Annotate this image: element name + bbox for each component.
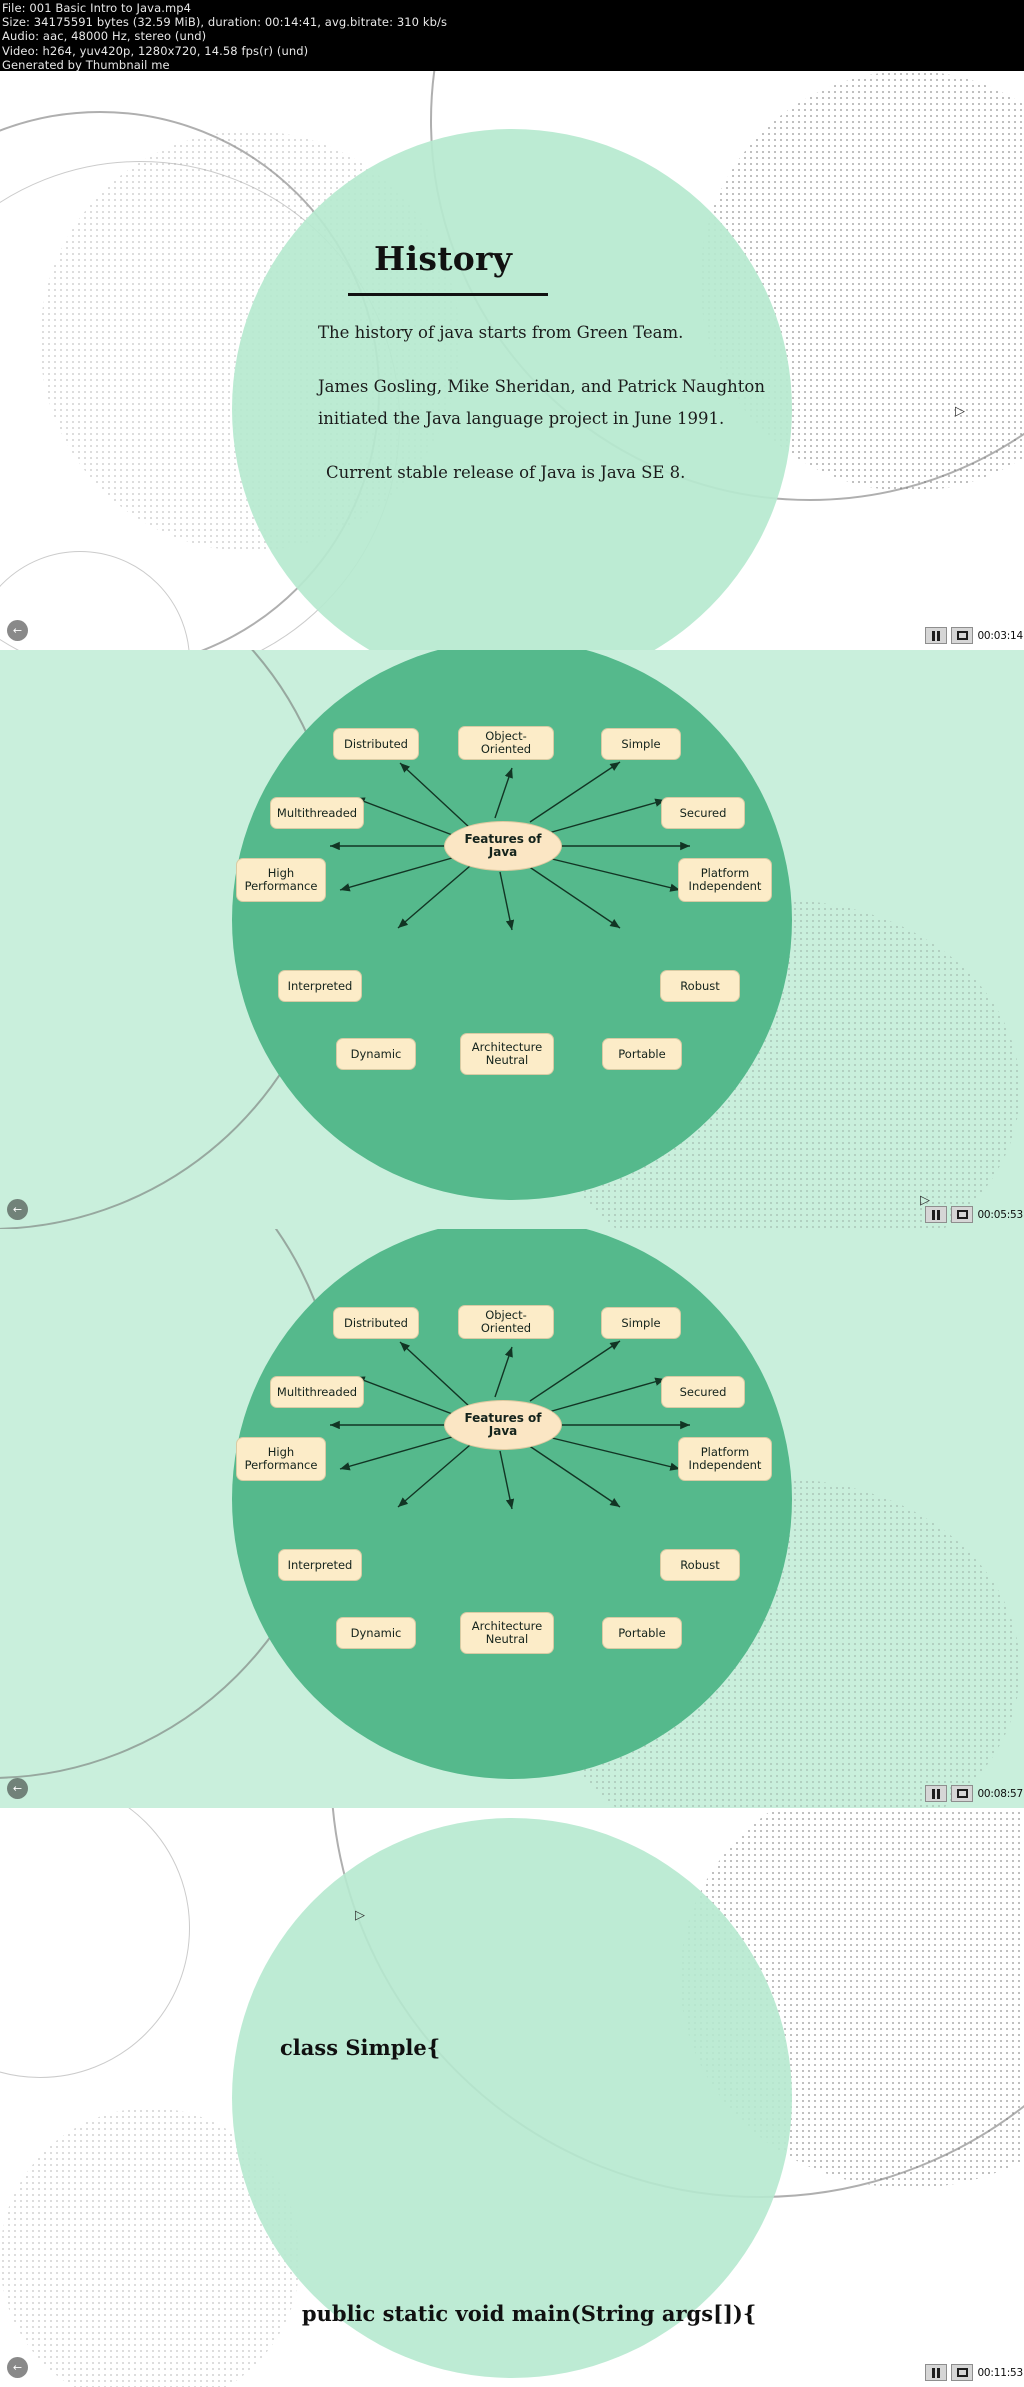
video-frame-1[interactable]: History The history of java starts from … (0, 71, 1024, 650)
slide-body: The history of java starts from Green Te… (318, 317, 778, 511)
player-controls[interactable]: 00:08:57 (925, 1785, 1024, 1802)
frames-grid: History The history of java starts from … (0, 71, 1024, 2387)
features-diagram: Features of Java Object-Oriented Simple … (0, 650, 1024, 1229)
video-metadata-header: File: 001 Basic Intro to Java.mp4 Size: … (0, 0, 1024, 72)
thumbnail-contact-sheet: File: 001 Basic Intro to Java.mp4 Size: … (0, 0, 1024, 2387)
diagram-node: High Performance (236, 858, 326, 902)
frame-timestamp: 00:08:57 (977, 1787, 1023, 1800)
diagram-node: Multithreaded (270, 797, 364, 829)
fullscreen-button[interactable] (951, 627, 974, 644)
fullscreen-button[interactable] (951, 2364, 974, 2381)
diagram-node: Architecture Neutral (460, 1612, 554, 1654)
diagram-node: Simple (601, 1307, 681, 1339)
metadata-audio-line: Audio: aac, 48000 Hz, stereo (und) (2, 29, 207, 44)
diagram-node: Distributed (333, 1307, 419, 1339)
diagram-node: Robust (660, 970, 740, 1002)
metadata-video-line: Video: h264, yuv420p, 1280x720, 14.58 fp… (2, 43, 309, 58)
pause-button[interactable] (925, 627, 948, 644)
diagram-node: Object-Oriented (458, 726, 554, 760)
pause-button[interactable] (925, 1785, 948, 1802)
diagram-node: Interpreted (278, 1549, 362, 1581)
back-button[interactable]: ← (7, 1199, 28, 1220)
metadata-size-line: Size: 34175591 bytes (32.59 MiB), durati… (2, 15, 448, 30)
diagram-node: Distributed (333, 728, 419, 760)
mouse-cursor-icon: ▷ (955, 404, 965, 419)
diagram-node: Interpreted (278, 970, 362, 1002)
diagram-node: Secured (661, 1376, 745, 1408)
diagram-center-node: Features of Java (444, 1400, 562, 1450)
mouse-cursor-icon: ▷ (355, 1908, 365, 1923)
diagram-node: Platform Independent (678, 858, 772, 902)
frame-timestamp: 00:05:53 (977, 1208, 1023, 1221)
metadata-generator-line: Generated by Thumbnail me (2, 57, 170, 72)
diagram-node: Dynamic (336, 1617, 416, 1649)
player-controls[interactable]: 00:11:53 (925, 2364, 1024, 2381)
metadata-file-line: File: 001 Basic Intro to Java.mp4 (2, 1, 192, 15)
diagram-node: Multithreaded (270, 1376, 364, 1408)
title-underline (348, 293, 548, 296)
diagram-node: Dynamic (336, 1038, 416, 1070)
features-diagram: Features of Java Object-Oriented Simple … (0, 1229, 1024, 1808)
diagram-node: Platform Independent (678, 1437, 772, 1481)
slide-paragraph: James Gosling, Mike Sheridan, and Patric… (318, 377, 765, 428)
video-frame-4[interactable]: class Simple{ public static void main(St… (0, 1808, 1024, 2387)
diagram-node: Secured (661, 797, 745, 829)
diagram-node: Robust (660, 1549, 740, 1581)
frame-timestamp: 00:11:53 (977, 2366, 1023, 2379)
diagram-node: Simple (601, 728, 681, 760)
diagram-node: Portable (602, 1038, 682, 1070)
player-controls[interactable]: 00:05:53 (925, 1206, 1024, 1223)
frame-timestamp: 00:03:14 (977, 629, 1023, 642)
diagram-node: Object-Oriented (458, 1305, 554, 1339)
fullscreen-button[interactable] (951, 1785, 974, 1802)
pause-button[interactable] (925, 1206, 948, 1223)
back-button[interactable]: ← (7, 1778, 28, 1799)
pause-button[interactable] (925, 2364, 948, 2381)
back-button[interactable]: ← (7, 620, 28, 641)
slide-paragraph: Current stable release of Java is Java S… (326, 463, 686, 482)
diagram-node: Portable (602, 1617, 682, 1649)
diagram-node: High Performance (236, 1437, 326, 1481)
player-controls[interactable]: 00:03:14 (925, 627, 1024, 644)
slide-title: History (374, 239, 513, 278)
fullscreen-button[interactable] (951, 1206, 974, 1223)
video-frame-2[interactable]: Features of Java Object-Oriented Simple … (0, 650, 1024, 1229)
slide-paragraph: The history of java starts from Green Te… (318, 323, 684, 342)
code-line: class Simple{ (280, 2035, 441, 2060)
back-button[interactable]: ← (7, 2357, 28, 2378)
code-snippet: class Simple{ public static void main(St… (280, 1918, 756, 2387)
diagram-center-node: Features of Java (444, 821, 562, 871)
code-line: public static void main(String args[]){ (280, 2301, 757, 2326)
video-frame-3[interactable]: Features of Java Object-Oriented Simple … (0, 1229, 1024, 1808)
diagram-node: Architecture Neutral (460, 1033, 554, 1075)
